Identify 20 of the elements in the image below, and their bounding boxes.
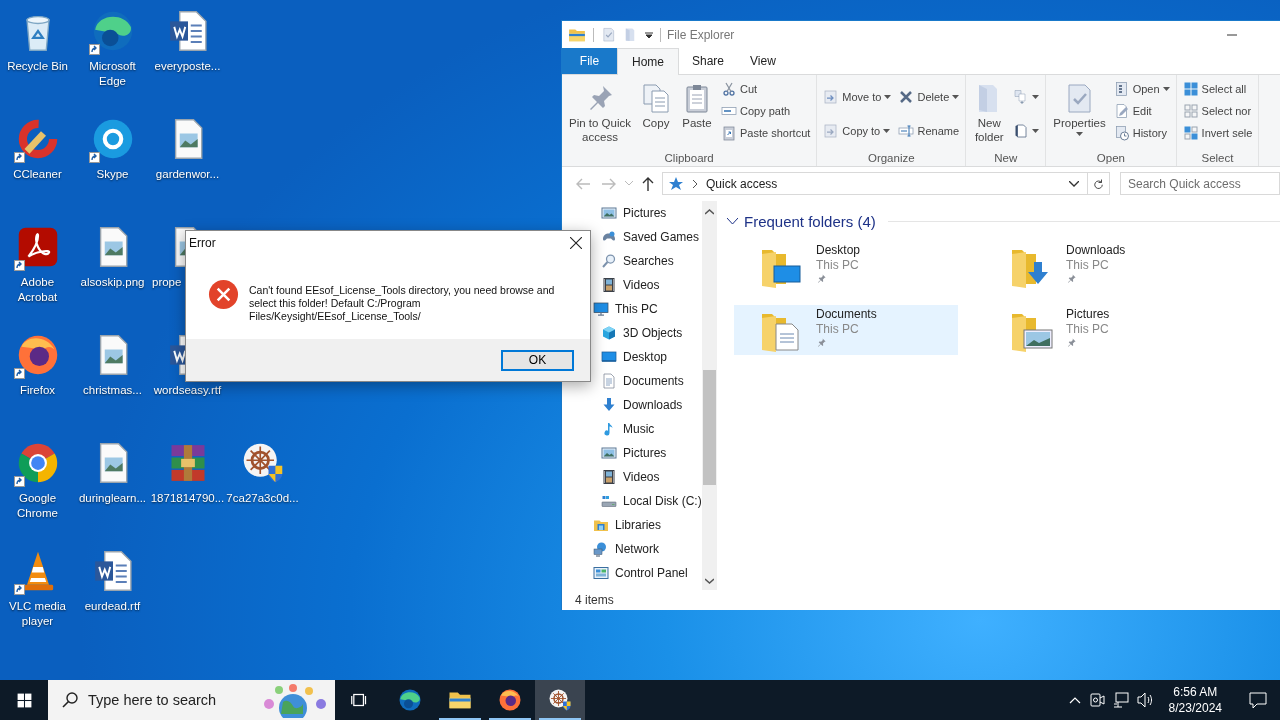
group-label: New	[993, 151, 1019, 166]
folder-name: Downloads	[1066, 243, 1126, 257]
search-placeholder: Type here to search	[88, 692, 217, 708]
folder-location: This PC	[816, 258, 860, 272]
window-title: File Explorer	[667, 27, 735, 42]
clock-time: 6:56 AM	[1173, 684, 1218, 700]
clock-date: 8/23/2024	[1168, 700, 1222, 716]
folder-name: Documents	[816, 307, 877, 321]
folder-name: Desktop	[816, 243, 861, 257]
group-label: Clipboard	[663, 151, 715, 166]
group-label: Open	[1095, 151, 1126, 166]
error-message: Can't found EEsof_License_Tools directory, you need browse and select this folder! Default C:/Program Files/Keysight/EEsof_License_Tools/	[249, 284, 556, 323]
group-label: Organize	[866, 151, 916, 166]
folder-location: This PC	[1066, 322, 1110, 336]
folder-location: This PC	[816, 322, 860, 336]
status-text: 4 items	[575, 593, 614, 607]
dialog-title: Error	[189, 236, 216, 250]
folder-name: Pictures	[1066, 307, 1110, 321]
folder-location: This PC	[1066, 258, 1110, 272]
group-label: Select	[1200, 151, 1235, 166]
